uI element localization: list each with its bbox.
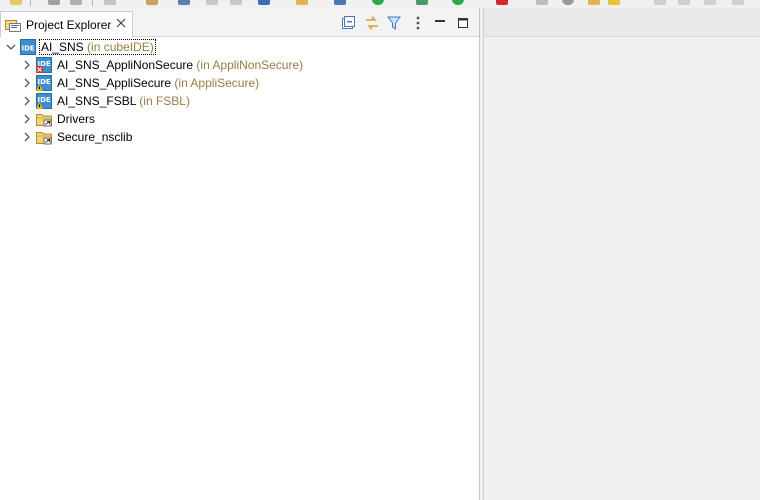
forward-icon[interactable] bbox=[230, 0, 242, 5]
linked-folder-icon bbox=[36, 129, 52, 145]
gear-icon[interactable] bbox=[562, 0, 574, 5]
run-icon[interactable] bbox=[372, 0, 384, 5]
layout-icon[interactable] bbox=[678, 0, 690, 5]
folder-name: Secure_nsclib bbox=[57, 130, 133, 144]
chevron-right-icon[interactable] bbox=[21, 95, 33, 107]
stop-icon[interactable] bbox=[496, 0, 508, 5]
tree-item-secure-nsclib[interactable]: Secure_nsclib bbox=[0, 128, 479, 146]
settings-icon[interactable] bbox=[104, 0, 116, 5]
folder-icon[interactable] bbox=[296, 0, 308, 5]
window-icon[interactable] bbox=[732, 0, 744, 5]
link-with-editor-icon[interactable] bbox=[364, 15, 380, 31]
maximize-icon[interactable] bbox=[455, 15, 471, 31]
project-context: (in cubeIDE) bbox=[87, 40, 154, 54]
tree-item-drivers[interactable]: Drivers bbox=[0, 110, 479, 128]
open-icon[interactable] bbox=[588, 0, 600, 5]
save-icon[interactable] bbox=[48, 0, 60, 5]
minimize-icon[interactable] bbox=[432, 15, 448, 31]
binary-icon[interactable] bbox=[178, 0, 190, 5]
toolbar-separator bbox=[30, 0, 31, 6]
back-icon[interactable] bbox=[206, 0, 218, 5]
collapse-all-icon[interactable] bbox=[340, 15, 356, 31]
project-name: AI_SNS_AppliNonSecure bbox=[57, 58, 194, 72]
lightning-icon[interactable] bbox=[608, 0, 620, 5]
editor-tab-bar bbox=[484, 8, 760, 37]
view-header: Project Explorer bbox=[0, 8, 479, 37]
svg-text:IDE: IDE bbox=[22, 45, 35, 53]
window-icon[interactable] bbox=[654, 0, 666, 5]
tree-item-ai-sns[interactable]: IDE AI_SNS (in cubeIDE) bbox=[0, 38, 479, 56]
debug-icon[interactable] bbox=[334, 0, 346, 5]
ide-project-icon: IDE bbox=[20, 39, 36, 55]
ide-project-error-icon: IDE bbox=[36, 57, 52, 73]
tree-item-ai-sns-applinonsecure[interactable]: IDE AI_SNS_AppliNonSecure (in AppliNonSe… bbox=[0, 56, 479, 74]
tree-item-ai-sns-fsbl[interactable]: IDE AI_SNS_FSBL (in FSBL) bbox=[0, 92, 479, 110]
new-icon[interactable] bbox=[10, 0, 22, 5]
tab-project-explorer[interactable]: Project Explorer bbox=[0, 11, 133, 37]
bug-icon[interactable] bbox=[452, 0, 464, 5]
close-icon[interactable] bbox=[115, 17, 127, 29]
chevron-right-icon[interactable] bbox=[21, 131, 33, 143]
project-context: (in FSBL) bbox=[139, 94, 190, 108]
editor-area[interactable] bbox=[483, 8, 760, 500]
tree-item-label: AI_SNS (in cubeIDE) bbox=[39, 39, 156, 55]
folder-name: Drivers bbox=[57, 112, 95, 126]
search-icon[interactable] bbox=[536, 0, 548, 5]
chevron-right-icon[interactable] bbox=[21, 59, 33, 71]
filter-icon[interactable] bbox=[386, 15, 402, 31]
print-icon[interactable] bbox=[70, 0, 82, 5]
project-explorer-view: Project Explorer IDE AI_SNS (in cubeIDE)… bbox=[0, 8, 480, 500]
project-name: AI_SNS_FSBL bbox=[57, 94, 136, 108]
save-all-icon[interactable] bbox=[258, 0, 270, 5]
project-context: (in AppliSecure) bbox=[174, 76, 260, 90]
project-explorer-icon bbox=[5, 18, 21, 32]
view-menu-icon[interactable] bbox=[410, 15, 426, 31]
tree-item-ai-sns-applisecure[interactable]: IDE AI_SNS_AppliSecure (in AppliSecure) bbox=[0, 74, 479, 92]
project-name: AI_SNS bbox=[41, 40, 84, 54]
ide-project-warning-icon: IDE bbox=[36, 75, 52, 91]
tab-label: Project Explorer bbox=[26, 18, 112, 32]
chevron-down-icon[interactable] bbox=[5, 41, 17, 53]
refresh-icon[interactable] bbox=[416, 0, 428, 5]
toolbar-separator bbox=[92, 0, 93, 6]
project-name: AI_SNS_AppliSecure bbox=[57, 76, 172, 90]
pin-icon[interactable] bbox=[704, 0, 716, 5]
chevron-right-icon[interactable] bbox=[21, 77, 33, 89]
linked-folder-icon bbox=[36, 111, 52, 127]
chevron-right-icon[interactable] bbox=[21, 113, 33, 125]
project-context: (in AppliNonSecure) bbox=[196, 58, 304, 72]
main-toolbar bbox=[0, 0, 760, 8]
ide-project-warning-icon: IDE bbox=[36, 93, 52, 109]
hammer-icon[interactable] bbox=[146, 0, 158, 5]
